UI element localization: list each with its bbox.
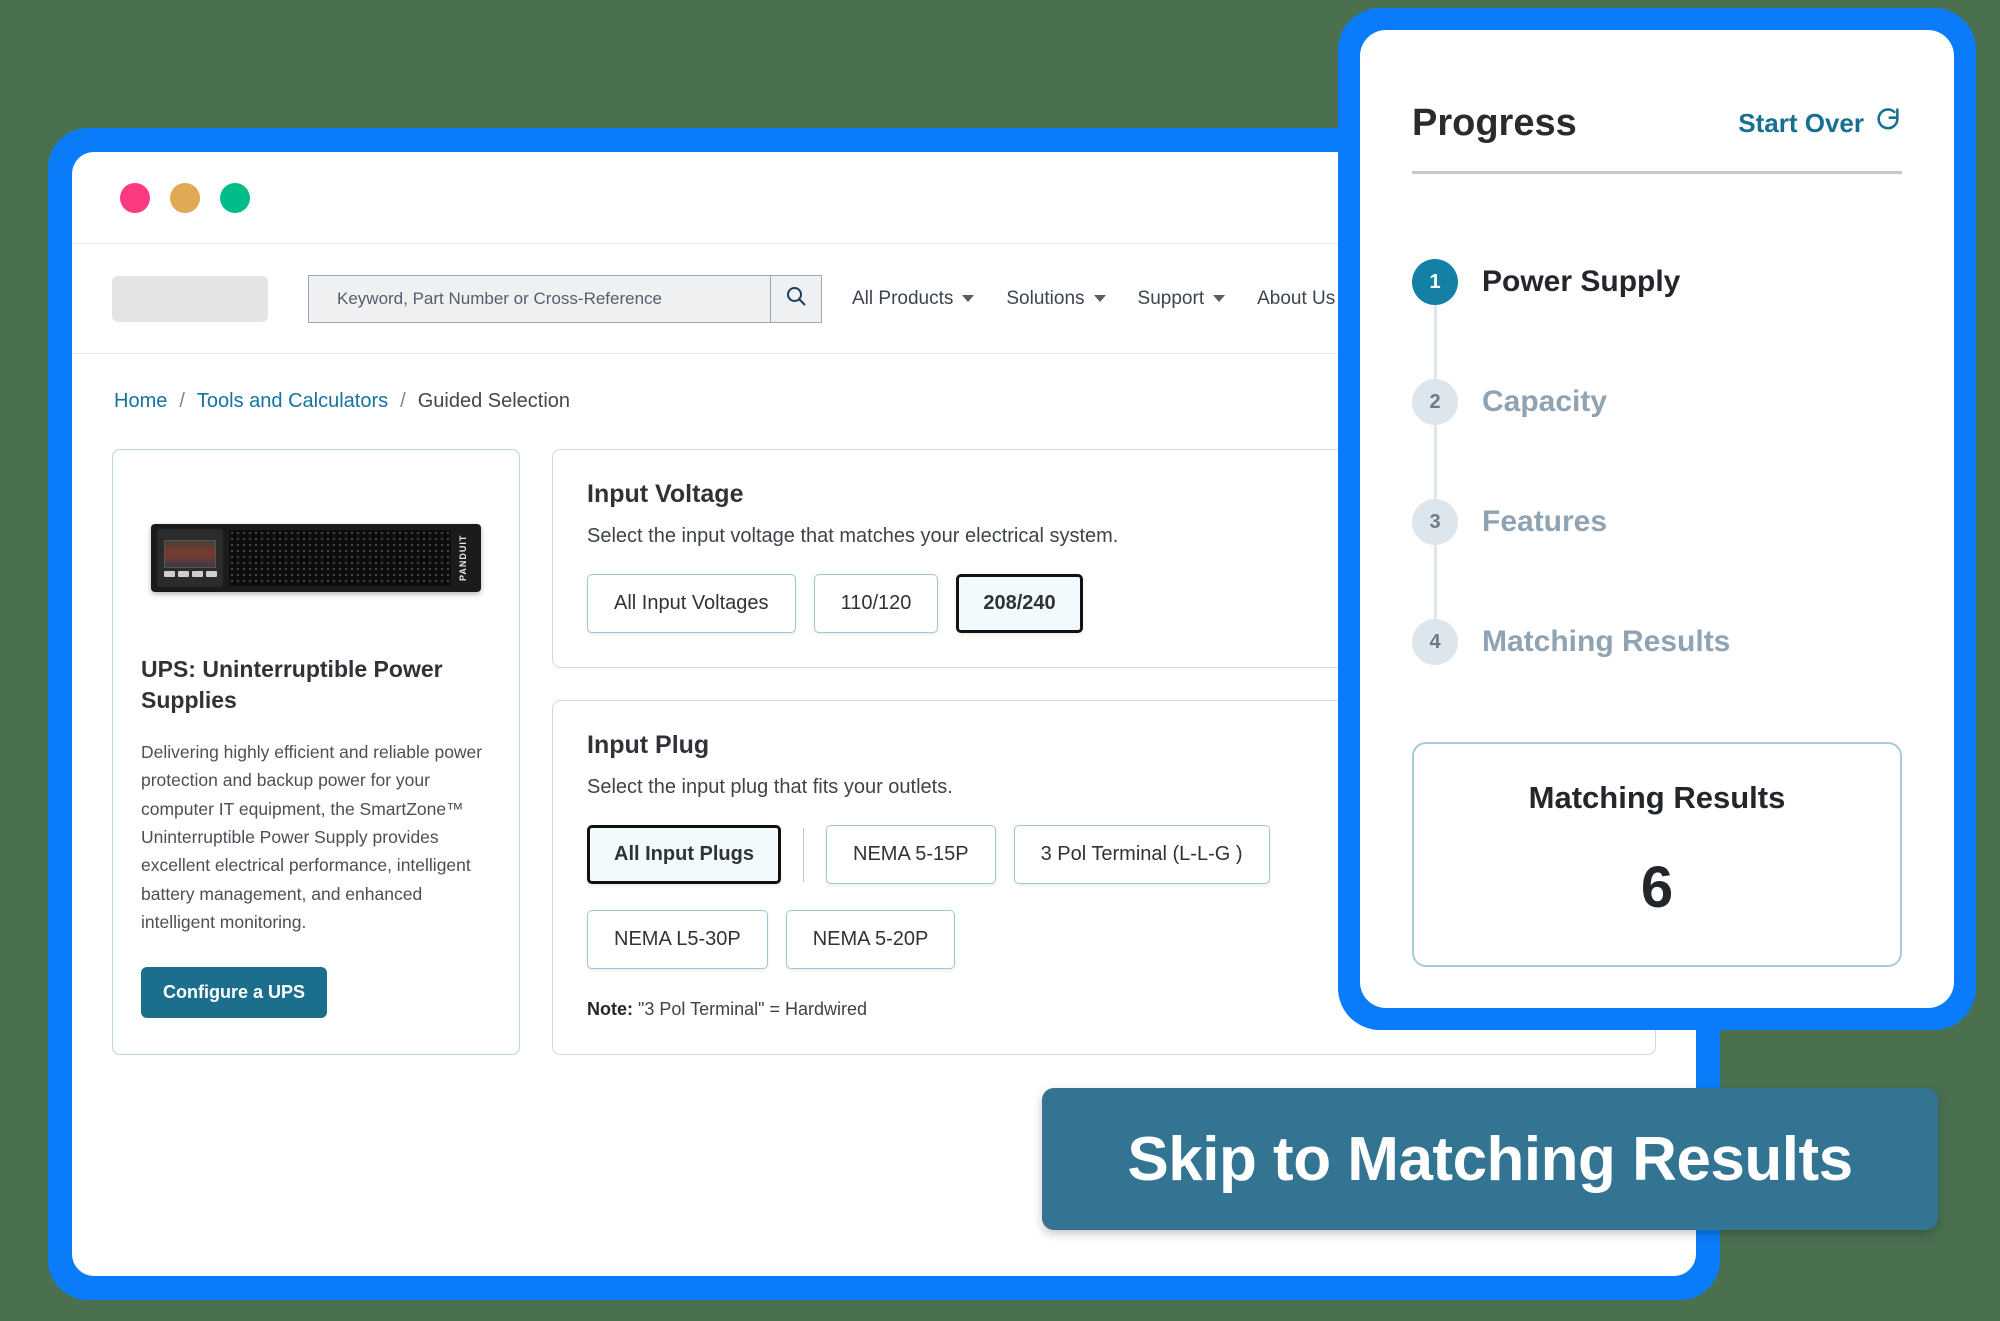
- step-label: Matching Results: [1482, 625, 1731, 658]
- matching-results-title: Matching Results: [1528, 780, 1786, 815]
- minimize-dot-icon[interactable]: [170, 182, 200, 213]
- step-connector-line: [1434, 532, 1437, 628]
- progress-panel: Progress Start Over 1 Power Supply 2 Cap…: [1360, 30, 1954, 1008]
- product-description: Delivering highly efficient and reliable…: [141, 742, 483, 933]
- step-label: Power Supply: [1482, 265, 1681, 298]
- progress-header: Progress Start Over: [1412, 102, 1902, 174]
- step-number: 3: [1412, 499, 1458, 545]
- refresh-icon: [1874, 106, 1902, 141]
- note-prefix: Note:: [587, 999, 633, 1019]
- nav-label: Support: [1137, 287, 1205, 309]
- close-dot-icon[interactable]: [120, 182, 150, 213]
- option-3-pol-terminal[interactable]: 3 Pol Terminal (L-L-G ): [1013, 825, 1270, 884]
- step-number: 1: [1412, 259, 1458, 305]
- search-button[interactable]: [770, 274, 822, 323]
- main-nav: All Products Solutions Support About Us: [852, 287, 1357, 310]
- step-connector-line: [1434, 292, 1437, 388]
- option-nema-l5-30p[interactable]: NEMA L5-30P: [587, 910, 768, 969]
- note-text: "3 Pol Terminal" = Hardwired: [633, 999, 868, 1019]
- site-logo[interactable]: [112, 275, 268, 322]
- breadcrumb-item-guided-selection: Guided Selection: [417, 390, 571, 412]
- option-all-input-voltages[interactable]: All Input Voltages: [587, 574, 796, 633]
- product-card: PANDUIT UPS: Uninterruptible Power Suppl…: [112, 449, 520, 1055]
- matching-results-box: Matching Results 6: [1412, 742, 1902, 967]
- step-number: 2: [1412, 379, 1458, 425]
- product-title: UPS: Uninterruptible Power Supplies: [141, 656, 443, 714]
- step-connector-line: [1434, 412, 1437, 508]
- product-image: PANDUIT: [141, 478, 491, 638]
- breadcrumb-separator: /: [400, 390, 406, 412]
- chevron-down-icon: [1093, 295, 1106, 302]
- option-208-240[interactable]: 208/240: [956, 574, 1083, 633]
- nav-item-all-products[interactable]: All Products: [852, 287, 975, 310]
- ups-vent-grille: [229, 530, 451, 586]
- step-number: 4: [1412, 619, 1458, 665]
- progress-panel-frame: Progress Start Over 1 Power Supply 2 Cap…: [1338, 8, 1976, 1030]
- matching-results-count: 6: [1640, 855, 1674, 920]
- start-over-label: Start Over: [1738, 108, 1864, 138]
- chevron-down-icon: [1213, 295, 1226, 302]
- breadcrumb-item-home[interactable]: Home: [114, 390, 167, 413]
- nav-label: All Products: [852, 287, 954, 309]
- nav-label: About Us: [1257, 287, 1336, 309]
- chevron-down-icon: [962, 295, 975, 302]
- progress-title: Progress: [1412, 102, 1577, 144]
- progress-step-features[interactable]: 3 Features: [1412, 462, 1902, 628]
- option-nema-5-15p[interactable]: NEMA 5-15P: [826, 825, 996, 884]
- option-110-120[interactable]: 110/120: [813, 574, 939, 633]
- skip-banner-label: Skip to Matching Results: [1127, 1124, 1853, 1194]
- ups-buttons: [163, 570, 217, 577]
- search-icon: [784, 284, 808, 313]
- progress-step-power-supply[interactable]: 1 Power Supply: [1412, 222, 1902, 388]
- breadcrumb-item-tools-and-calculators[interactable]: Tools and Calculators: [197, 390, 388, 413]
- option-nema-5-20p[interactable]: NEMA 5-20P: [785, 910, 956, 969]
- progress-steps: 1 Power Supply 2 Capacity 3 Features 4 M…: [1412, 222, 1902, 702]
- search-input[interactable]: [308, 274, 770, 323]
- nav-item-support[interactable]: Support: [1138, 288, 1226, 310]
- maximize-dot-icon[interactable]: [220, 182, 250, 213]
- breadcrumb-separator: /: [179, 390, 185, 412]
- step-label: Capacity: [1482, 385, 1608, 418]
- progress-step-capacity[interactable]: 2 Capacity: [1412, 342, 1902, 508]
- nav-item-solutions[interactable]: Solutions: [1006, 287, 1106, 310]
- option-all-input-plugs[interactable]: All Input Plugs: [587, 825, 781, 884]
- ups-display-screen: [164, 539, 216, 568]
- step-label: Features: [1482, 505, 1608, 538]
- options-divider: [803, 827, 804, 882]
- start-over-button[interactable]: Start Over: [1738, 106, 1902, 141]
- ups-control-panel: [157, 529, 223, 587]
- progress-step-matching-results[interactable]: 4 Matching Results: [1412, 582, 1902, 702]
- rack-mount-ups-icon: PANDUIT: [151, 524, 481, 592]
- search-bar: [308, 274, 822, 323]
- ups-brand-label: PANDUIT: [458, 534, 468, 582]
- nav-label: Solutions: [1006, 287, 1085, 309]
- skip-to-matching-results-banner[interactable]: Skip to Matching Results: [1042, 1088, 1938, 1230]
- configure-a-ups-button[interactable]: Configure a UPS: [141, 966, 328, 1018]
